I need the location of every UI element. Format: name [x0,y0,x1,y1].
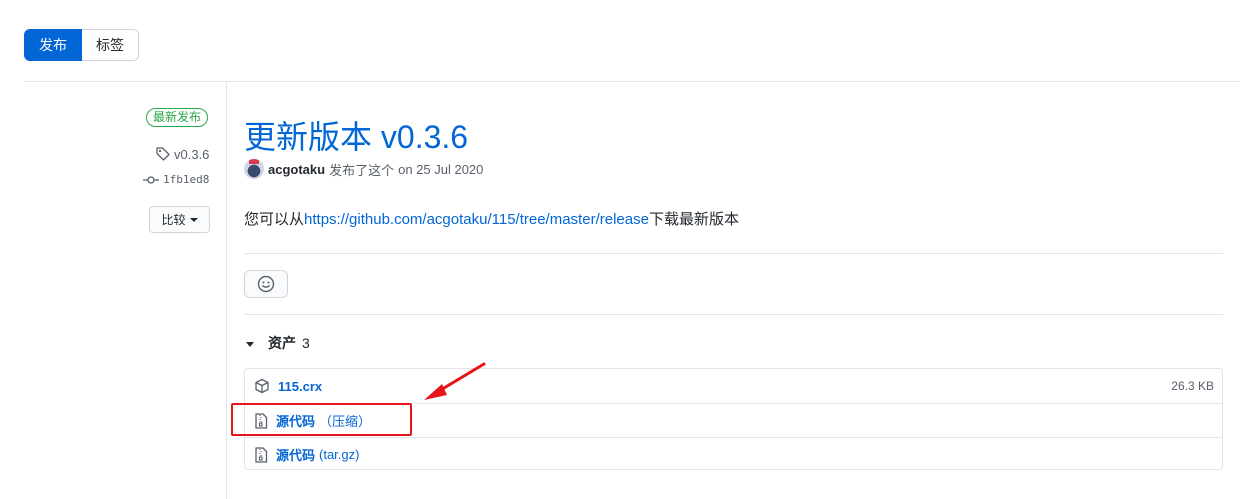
add-reaction-button[interactable] [244,270,288,298]
body-divider [244,253,1223,254]
asset-format-label[interactable]: (tar.gz) [319,447,359,462]
asset-size: 26.3 KB [1171,379,1214,393]
triangle-down-icon [246,341,254,347]
body-prefix: 您可以从 [244,211,305,228]
release-meta: acgotaku 发布了这个 on 25 Jul 2020 [244,159,483,179]
tag-icon [156,147,170,161]
list-item: 115.crx 26.3 KB [245,369,1222,403]
release-body-link[interactable]: https://github.com/acgotaku/115/tree/mas… [304,211,649,228]
assets-label: 资产 [268,335,296,351]
list-item: 源代码 (tar.gz) [245,437,1222,471]
release-body: 您可以从https://github.com/acgotaku/115/tree… [244,208,739,229]
latest-release-badge: 最新发布 [146,108,209,127]
file-zip-icon [255,446,268,463]
asset-link-crx[interactable]: 115.crx [278,379,322,394]
commit-icon [143,175,159,184]
compare-button[interactable]: 比较 [149,206,210,233]
asset-link-source-targz[interactable]: 源代码 [276,445,315,464]
annotation-arrow-icon [424,362,486,400]
tab-releases[interactable]: 发布 [24,29,82,61]
commit-link[interactable]: 1fb1ed8 [143,173,209,186]
annotation-highlight-box [231,403,412,436]
tab-tags[interactable]: 标签 [82,29,139,61]
timeline-divider [226,81,227,499]
assets-count: 3 [302,335,310,351]
tag-link[interactable]: v0.3.6 [155,146,209,162]
assets-toggle[interactable]: 资产 3 [246,333,310,353]
top-divider [24,81,1240,82]
published-text: 发布了这个 [329,162,395,178]
avatar[interactable] [244,159,264,179]
smiley-icon [257,275,275,293]
commit-sha: 1fb1ed8 [163,173,210,186]
body-suffix: 下载最新版本 [648,211,739,228]
package-icon [255,378,269,394]
release-tabs: 发布 标签 [24,29,139,61]
caret-down-icon [189,217,198,222]
reaction-divider [244,314,1223,315]
compare-label: 比较 [161,213,186,227]
author-link[interactable]: acgotaku [268,162,325,177]
release-date: on 25 Jul 2020 [398,161,484,177]
release-title[interactable]: 更新版本 v0.3.6 [244,112,468,158]
tag-name: v0.3.6 [174,146,210,162]
